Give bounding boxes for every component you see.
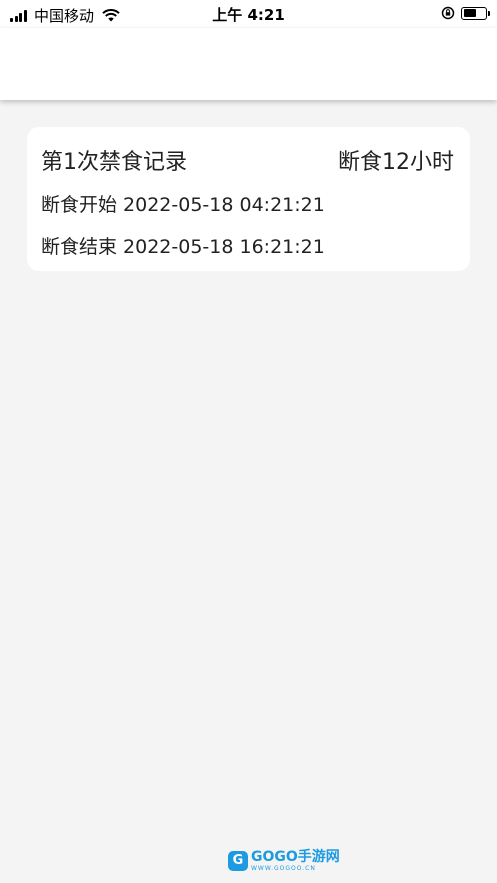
- status-bar: 中国移动 上午 4:21: [0, 0, 497, 28]
- battery-icon: [461, 6, 490, 20]
- battery-fill: [463, 9, 476, 17]
- status-right: [441, 6, 490, 20]
- nav-bar: [0, 28, 497, 100]
- record-title: 第1次禁食记录: [41, 150, 187, 175]
- watermark-main: GOGO手游网: [251, 849, 340, 865]
- record-duration: 断食12小时: [338, 150, 454, 175]
- watermark-sub: WWW.GOGOO.CN: [251, 865, 316, 872]
- record-start-time: 断食开始 2022-05-18 04:21:21: [41, 194, 325, 216]
- fasting-record-card[interactable]: 第1次禁食记录 断食12小时 断食开始 2022-05-18 04:21:21 …: [27, 127, 470, 271]
- watermark: G GOGO手游网 WWW.GOGOO.CN: [228, 850, 340, 872]
- status-time: 上午 4:21: [212, 6, 285, 24]
- orientation-lock-icon: [441, 6, 455, 20]
- record-end-time: 断食结束 2022-05-18 16:21:21: [41, 236, 325, 258]
- watermark-logo-icon: G: [228, 851, 248, 871]
